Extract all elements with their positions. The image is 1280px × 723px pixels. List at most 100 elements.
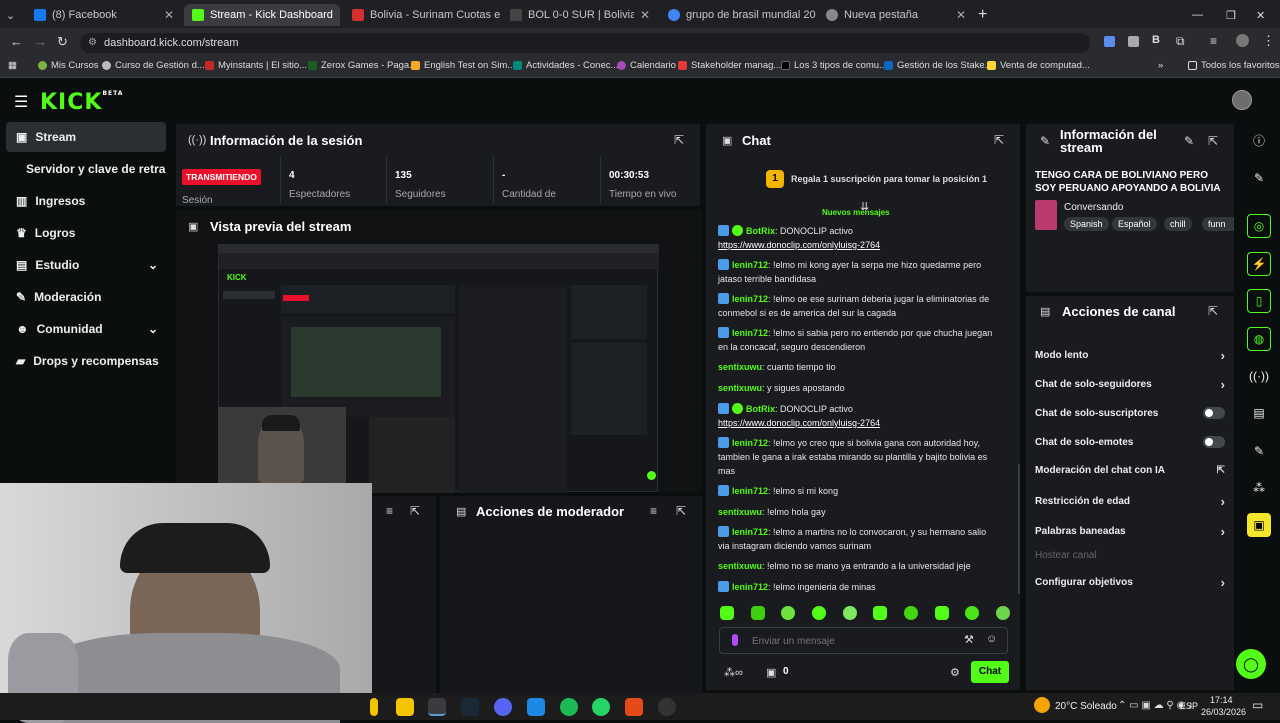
support-chat-button[interactable]: ◯ — [1236, 649, 1266, 679]
chat-link[interactable]: https://www.donoclip.com/onlyluisg-2764 — [718, 240, 880, 250]
chat-input[interactable]: ⚒ ☺ — [719, 627, 1008, 654]
extension-icon[interactable] — [1104, 36, 1115, 47]
gift-prompt[interactable]: Regala 1 suscripción para tomar la posic… — [791, 174, 987, 184]
close-icon[interactable]: ✕ — [956, 8, 966, 22]
edit-pencil-icon[interactable]: ✎ — [1184, 134, 1194, 148]
tag-chip[interactable]: Español — [1112, 217, 1157, 231]
popout-icon[interactable]: ⇱ — [410, 504, 420, 518]
chat-username[interactable]: sentixuwu — [718, 561, 762, 571]
popout-icon[interactable]: ⇱ — [674, 133, 684, 147]
new-tab-button[interactable]: + — [978, 4, 998, 26]
info-icon[interactable]: ⓘ — [1247, 128, 1271, 152]
bookmark[interactable]: Mis Cursos — [38, 60, 99, 71]
tab-google-search[interactable]: grupo de brasil mundial 2026 -✕ — [660, 4, 816, 26]
emote-icon[interactable] — [842, 606, 857, 620]
lightning-icon[interactable]: ⚡ — [1247, 252, 1271, 276]
action-banned-words[interactable]: Palabras baneadas › — [1035, 524, 1225, 539]
popout-icon[interactable]: ⇱ — [1208, 134, 1218, 148]
chat-username[interactable]: lenin712 — [732, 527, 768, 537]
moderator-panel-icon[interactable]: ▤ — [1247, 401, 1271, 425]
edit-icon[interactable]: ✎ — [1247, 166, 1271, 190]
emote-icon[interactable] — [750, 606, 765, 620]
user-avatar[interactable] — [1232, 90, 1252, 110]
bookmark[interactable]: Gestión de los Stake... — [884, 60, 993, 71]
emote-icon[interactable] — [934, 606, 949, 620]
bookmark[interactable]: Venta de computad... — [987, 60, 1090, 71]
tab-list-chevron-icon[interactable]: ⌄ — [6, 4, 22, 26]
discord-icon[interactable] — [494, 698, 512, 716]
puzzle-extensions-icon[interactable]: ⧉ — [1176, 34, 1185, 49]
gift-box-icon[interactable]: ▣ — [766, 666, 776, 679]
chat-scrollbar[interactable] — [1018, 464, 1020, 594]
sidebar-item-logros[interactable]: ♛ Logros — [6, 218, 166, 248]
obs-icon[interactable] — [658, 698, 676, 716]
file-explorer-icon[interactable] — [370, 698, 378, 716]
tab-new[interactable]: Nueva pestaña ✕ — [818, 4, 974, 26]
channel-points-icon[interactable]: ⁂∞ — [724, 666, 743, 679]
forward-arrow-icon[interactable]: → — [34, 34, 47, 49]
category-thumbnail[interactable] — [1035, 200, 1057, 230]
emote-icon[interactable] — [873, 606, 888, 620]
subscribers-only-toggle[interactable] — [1203, 407, 1225, 419]
extension-icon[interactable] — [1128, 36, 1139, 47]
close-icon[interactable]: ✕ — [339, 8, 340, 22]
tag-chip[interactable]: Spanish — [1064, 217, 1109, 231]
steam-icon[interactable] — [461, 698, 479, 716]
popout-icon[interactable]: ⇱ — [994, 133, 1004, 147]
site-info-icon[interactable]: ⚙ — [88, 33, 97, 53]
chat-icon[interactable]: ◍ — [1247, 327, 1271, 351]
send-chat-button[interactable]: Chat — [971, 661, 1009, 683]
tab-bol-sur[interactable]: BOL 0-0 SUR | Bolivia vs Surinam ✕ — [502, 4, 658, 26]
kick-logo[interactable]: KICKBETA — [40, 90, 123, 115]
whatsapp-icon[interactable] — [592, 698, 610, 716]
new-messages-pill[interactable]: Nuevos mensajes — [822, 208, 890, 217]
chat-username[interactable]: lenin712 — [732, 260, 768, 270]
chat-username[interactable]: sentixuwu — [718, 383, 762, 393]
emote-icon[interactable] — [995, 606, 1010, 620]
url-input[interactable]: ⚙ dashboard.kick.com/stream — [80, 33, 1090, 53]
back-arrow-icon[interactable]: ← — [10, 34, 23, 49]
broadcast-icon[interactable]: ((·)) — [1247, 364, 1271, 388]
clip-icon[interactable]: ▣ — [1247, 513, 1271, 537]
emotes-only-toggle[interactable] — [1203, 436, 1225, 448]
chat-username[interactable]: BotRix — [746, 226, 775, 236]
chat-link[interactable]: https://www.donoclip.com/onlyluisg-2764 — [718, 418, 880, 428]
clock-time[interactable]: 17:14 — [1210, 695, 1233, 705]
folder-icon[interactable] — [396, 698, 414, 716]
extension-b-icon[interactable]: B — [1152, 34, 1160, 46]
bookmark[interactable]: Stakeholder manag... — [678, 60, 781, 71]
tag-chip[interactable]: funn — [1202, 217, 1234, 231]
filter-icon[interactable]: ≡ — [386, 504, 393, 518]
language-indicator[interactable]: ESP — [1180, 701, 1198, 711]
action-ai-moderation[interactable]: Moderación del chat con IA ⇱ — [1035, 465, 1225, 476]
chat-username[interactable]: lenin712 — [732, 294, 768, 304]
points-icon[interactable]: ⁂ — [1247, 476, 1271, 500]
minimize-button[interactable]: — — [1192, 4, 1208, 26]
bookmark[interactable]: Calendario — [617, 60, 676, 71]
emote-icon[interactable] — [903, 606, 918, 620]
sidebar-item-ingresos[interactable]: ▥ Ingresos — [6, 186, 166, 216]
chat-message-field[interactable] — [752, 632, 952, 650]
emote-icon[interactable] — [811, 606, 826, 620]
emote-icon[interactable] — [965, 606, 980, 620]
notifications-icon[interactable]: ▭ — [1252, 698, 1263, 712]
bookmark[interactable]: Actividades - Conec... — [513, 60, 618, 71]
bookmark[interactable]: Curso de Gestión d... — [102, 60, 205, 71]
chat-username[interactable]: sentixuwu — [718, 362, 762, 372]
weather-text[interactable]: 20°C Soleado — [1055, 701, 1117, 712]
window-close-button[interactable]: ✕ — [1256, 4, 1272, 26]
close-icon[interactable]: ✕ — [640, 8, 650, 22]
sidebar-item-drops[interactable]: ▰ Drops y recompensas — [6, 346, 166, 376]
bookmark[interactable]: Myinstants | El sitio... — [205, 60, 307, 71]
apps-grid-icon[interactable]: ▦ — [8, 60, 17, 71]
sidebar-item-estudio[interactable]: ▤ Estudio ⌄ — [6, 250, 166, 280]
clock-date[interactable]: 26/03/2026 — [1201, 707, 1246, 717]
chat-username[interactable]: lenin712 — [732, 328, 768, 338]
chat-username[interactable]: lenin712 — [732, 582, 768, 592]
bookmark[interactable]: Zerox Games - Paga... — [308, 60, 417, 71]
popout-icon[interactable]: ⇱ — [1208, 304, 1218, 318]
chat-settings-gear-icon[interactable]: ⚙ — [950, 666, 960, 679]
app-icon[interactable] — [527, 698, 545, 716]
bookmarks-overflow-icon[interactable]: » — [1158, 60, 1163, 71]
media-icon[interactable]: ≡ — [1210, 34, 1217, 48]
